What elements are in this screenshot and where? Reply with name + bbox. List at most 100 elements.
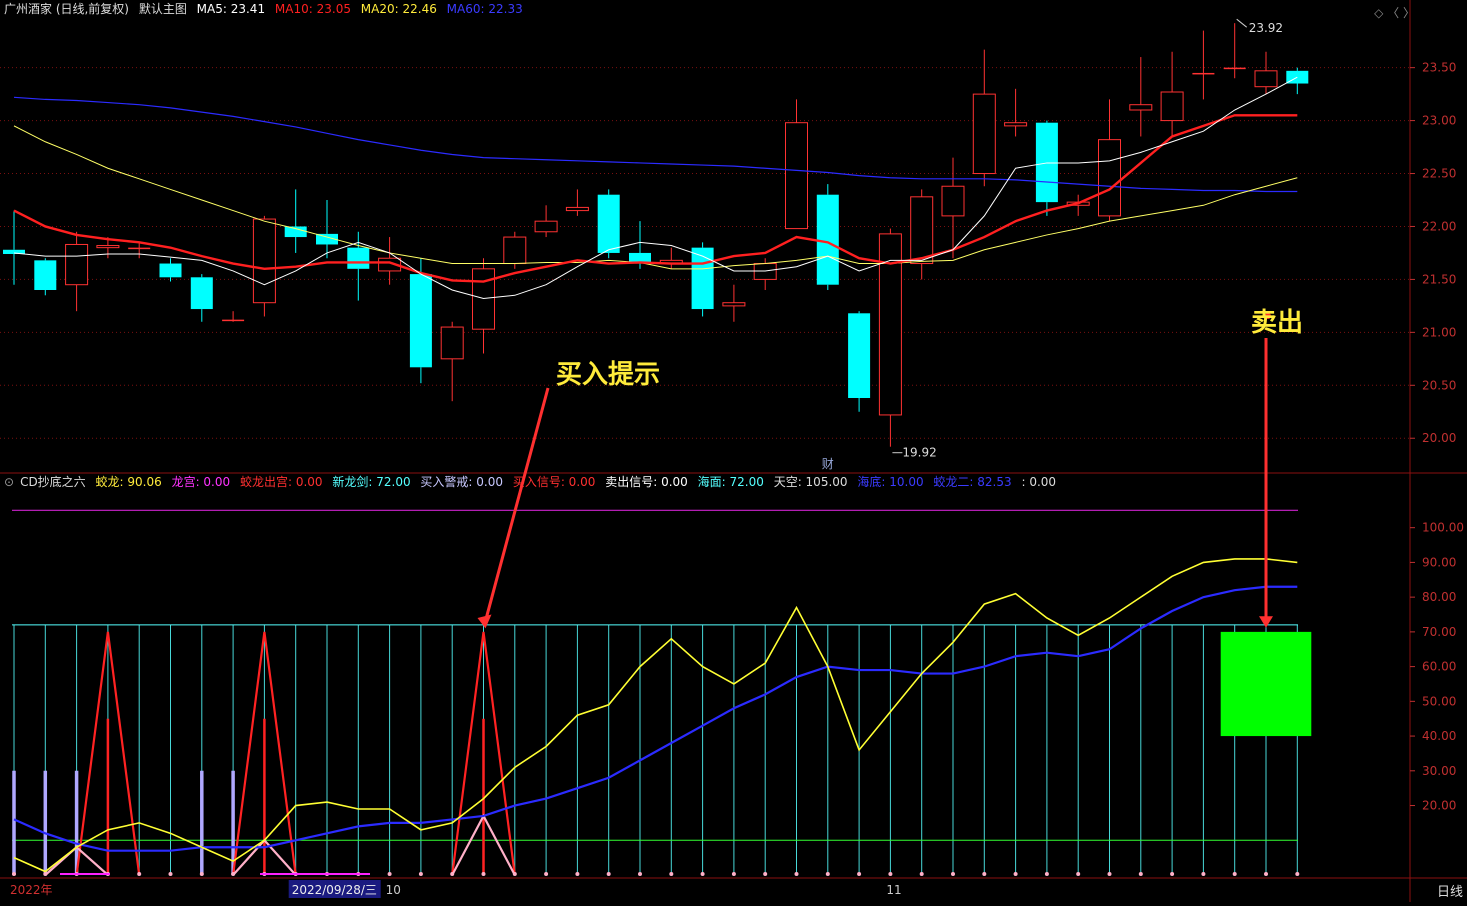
candle [1223,23,1246,79]
candle-body [65,243,89,286]
candle [378,237,402,285]
ind-tick-label: 60.00 [1422,660,1456,674]
baseline-dot [1138,872,1143,876]
baseline-dot [919,872,924,876]
low-label: 19.92 [902,446,936,460]
baseline-dot [199,872,204,876]
candle [1160,51,1184,137]
candle-body [972,93,996,175]
candle [1192,30,1215,100]
jiaolong-line [13,558,1298,873]
candle-body [96,245,120,249]
price-tick-label: 20.00 [1422,431,1456,445]
baseline-dot [231,872,236,876]
ma60-label: MA60: 22.33 [446,2,523,16]
indicator-header: ⊙ CD抄底之六 蛟龙: 90.06 龙宫: 0.00 蛟龙出宫: 0.00 新龙… [4,474,1062,490]
chart-svg[interactable]: 20.00 20.50 21.00 21.50 22.00 22.50 23.00 23.50… [0,0,1467,902]
candle [472,258,495,354]
candle [972,49,996,187]
candle-body [534,220,558,233]
candle [1098,99,1121,222]
baseline-dot [575,872,580,876]
baseline-dot [763,872,768,876]
candle [440,321,464,402]
candle [848,311,871,412]
sell-annotation: 卖出 [1251,308,1304,338]
baseline-dot [1232,872,1237,876]
candle-body [222,319,245,322]
candle-body [1129,104,1153,111]
ind-tick-label: 90.00 [1422,555,1456,569]
baseline-dot [1295,872,1300,876]
ind-buy-alert: 买入警戒: 0.00 [420,475,503,489]
ind-haidi: 海底: 10.00 [857,475,924,489]
candle-body [941,185,965,217]
baseline-dot [544,872,549,876]
candle-body [34,260,57,290]
baseline-dot [481,872,486,876]
time-axis-label: 2022/09/28/三 [292,883,377,897]
price-tick-label: 20.50 [1422,378,1456,392]
timeframe-button[interactable]: 日线 [1437,881,1463,900]
ind-tick-label: 40.00 [1422,729,1456,743]
chart-stage[interactable]: 20.00 20.50 21.00 21.50 22.00 22.50 23.00 23.50… [0,0,1467,902]
ind-tick-label: 50.00 [1422,694,1456,708]
baseline-dot [1013,872,1018,876]
time-axis-label: 11 [886,883,901,897]
ma10-label: MA10: 23.05 [274,2,351,16]
candle-body [565,206,589,212]
candle-body [1035,122,1058,203]
price-tick-label: 22.00 [1422,219,1456,233]
baseline-dot [418,872,423,876]
baseline-dot [1201,872,1206,876]
candle-body [785,122,808,230]
candle-body [722,302,746,307]
ind-tick-label: 30.00 [1422,764,1456,778]
fin-marker: 财 [822,457,834,471]
candle [534,205,558,238]
buy-arrow [484,387,550,622]
ind-xinlongjian: 新龙剑: 72.00 [332,475,411,489]
candle-body [1223,67,1246,70]
candle [3,210,25,285]
jiaolong2-line [13,585,1298,852]
price-tick-label: 22.50 [1422,167,1456,181]
stock-title[interactable]: 广州酒家 (日线,前复权) [4,2,129,16]
buy-arrow-head [477,614,492,629]
ind-jiaolong2: 蛟龙二: 82.53 [933,475,1012,489]
candle [252,215,276,317]
ind-buy-signal: 买入信号: 0.00 [512,475,596,489]
candle-body [753,263,777,280]
ind-tick-label: 80.00 [1422,590,1456,604]
window-controls[interactable]: ◇ 〈 〉 [1374,4,1415,21]
candle [159,258,182,282]
candle [941,157,965,259]
candle-body [128,247,151,250]
baseline-dot [825,872,830,876]
candle [816,184,839,290]
indicator-name[interactable]: CD抄底之六 [20,475,86,489]
baseline-dot [606,872,611,876]
price-tick-label: 23.00 [1422,114,1456,128]
baseline-dot [12,872,16,876]
ind-blank: : 0.00 [1021,475,1057,489]
collapse-icon[interactable]: ⊙ [4,475,14,489]
price-tick-label: 21.00 [1422,325,1456,339]
candle [65,231,89,312]
candle-body [159,263,182,278]
baseline-dot [1170,872,1175,876]
ind-longgong: 龙宫: 0.00 [171,475,231,489]
time-axis-label: 2022年 [10,883,53,897]
baseline-dot [888,872,893,876]
candle-body [284,226,307,238]
baseline-dot [669,872,674,876]
sell-arrow-head [1259,616,1273,628]
baseline-dot [168,872,173,876]
chart-name[interactable]: 默认主图 [139,2,187,16]
ma20-label: MA20: 22.46 [360,2,437,16]
high-pointer [1236,18,1248,28]
main-chart-header: 广州酒家 (日线,前复权) 默认主图 MA5: 23.41 MA10: 23.0… [4,1,529,17]
ma5-label: MA5: 23.41 [196,2,266,16]
candle-body [190,277,213,310]
ind-tick-label: 70.00 [1422,625,1456,639]
